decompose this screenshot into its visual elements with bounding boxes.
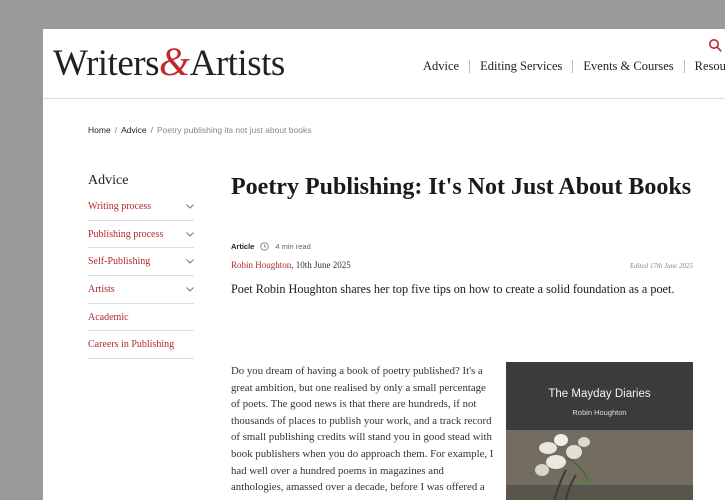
chevron-down-icon[interactable]	[186, 287, 194, 292]
chevron-down-icon[interactable]	[186, 231, 194, 237]
breadcrumb: Home / Advice / Poetry publishing its not ju…	[88, 125, 311, 135]
read-time: 4 min read	[275, 242, 311, 251]
sidebar-item-label: Publishing process	[88, 228, 164, 240]
site-header: Writers&Artists Advice Editing Services …	[43, 29, 725, 99]
article-intro: Poet Robin Houghton shares her top five …	[231, 282, 675, 296]
sidebar-item-label: Writing process	[88, 200, 152, 212]
sidebar-item-publishing-process[interactable]: Publishing process	[88, 221, 194, 249]
nav-events-courses[interactable]: Events & Courses	[573, 59, 683, 74]
breadcrumb-advice[interactable]: Advice	[121, 125, 147, 135]
breadcrumb-home[interactable]: Home	[88, 125, 111, 135]
sidebar-item-academic[interactable]: Academic	[88, 304, 194, 332]
sidebar-menu: Writing process Publishing process Self-…	[88, 193, 194, 360]
site-logo[interactable]: Writers&Artists	[53, 38, 285, 85]
sidebar-item-label: Artists	[88, 283, 115, 295]
edited-date: Edited 17th June 2025	[629, 262, 693, 270]
clock-icon	[260, 242, 270, 251]
article-meta: Article 4 min read	[231, 242, 311, 251]
nav-resources[interactable]: Resources	[685, 59, 725, 74]
chevron-down-icon[interactable]	[186, 259, 194, 264]
nav-advice[interactable]: Advice	[413, 59, 469, 74]
breadcrumb-separator: /	[150, 125, 153, 135]
article-type: Article	[231, 242, 255, 251]
book-cover-author: Robin Houghton	[572, 408, 627, 417]
byline: Robin Houghton, 10th June 2025	[231, 260, 351, 270]
breadcrumb-separator: /	[114, 125, 118, 135]
logo-writers: Writers	[53, 43, 159, 84]
book-cover-photo	[506, 430, 693, 500]
sidebar-item-self-publishing[interactable]: Self-Publishing	[88, 248, 194, 277]
page: Writers&Artists Advice Editing Services …	[43, 29, 725, 500]
author-link[interactable]: Robin Houghton	[231, 260, 291, 270]
sidebar-title: Advice	[88, 173, 129, 188]
logo-ampersand: &	[158, 39, 190, 84]
main-nav: Advice Editing Services Events & Courses…	[413, 59, 725, 74]
book-cover-image: The Mayday Diaries Robin Houghton	[506, 362, 693, 500]
publish-date: , 10th June 2025	[291, 260, 351, 270]
logo-artists: Artists	[189, 43, 286, 84]
sidebar-item-label: Academic	[88, 311, 129, 323]
sidebar-item-artists[interactable]: Artists	[88, 276, 194, 304]
nav-editing-services[interactable]: Editing Services	[470, 59, 572, 74]
sidebar-item-careers-in-publishing[interactable]: Careers in Publishing	[88, 331, 194, 360]
article-body: Do you dream of having a book of poetry …	[231, 365, 494, 500]
sidebar-item-writing-process[interactable]: Writing process	[88, 193, 194, 221]
sidebar-item-label: Careers in Publishing	[88, 339, 175, 351]
search-icon[interactable]	[708, 38, 722, 52]
chevron-down-icon[interactable]	[186, 203, 194, 209]
book-cover-title: The Mayday Diaries	[548, 388, 651, 400]
breadcrumb-current: Poetry publishing its not just about boo…	[156, 125, 312, 135]
article-title: Poetry Publishing: It's Not Just About B…	[231, 174, 692, 200]
sidebar-item-label: Self-Publishing	[88, 256, 151, 268]
